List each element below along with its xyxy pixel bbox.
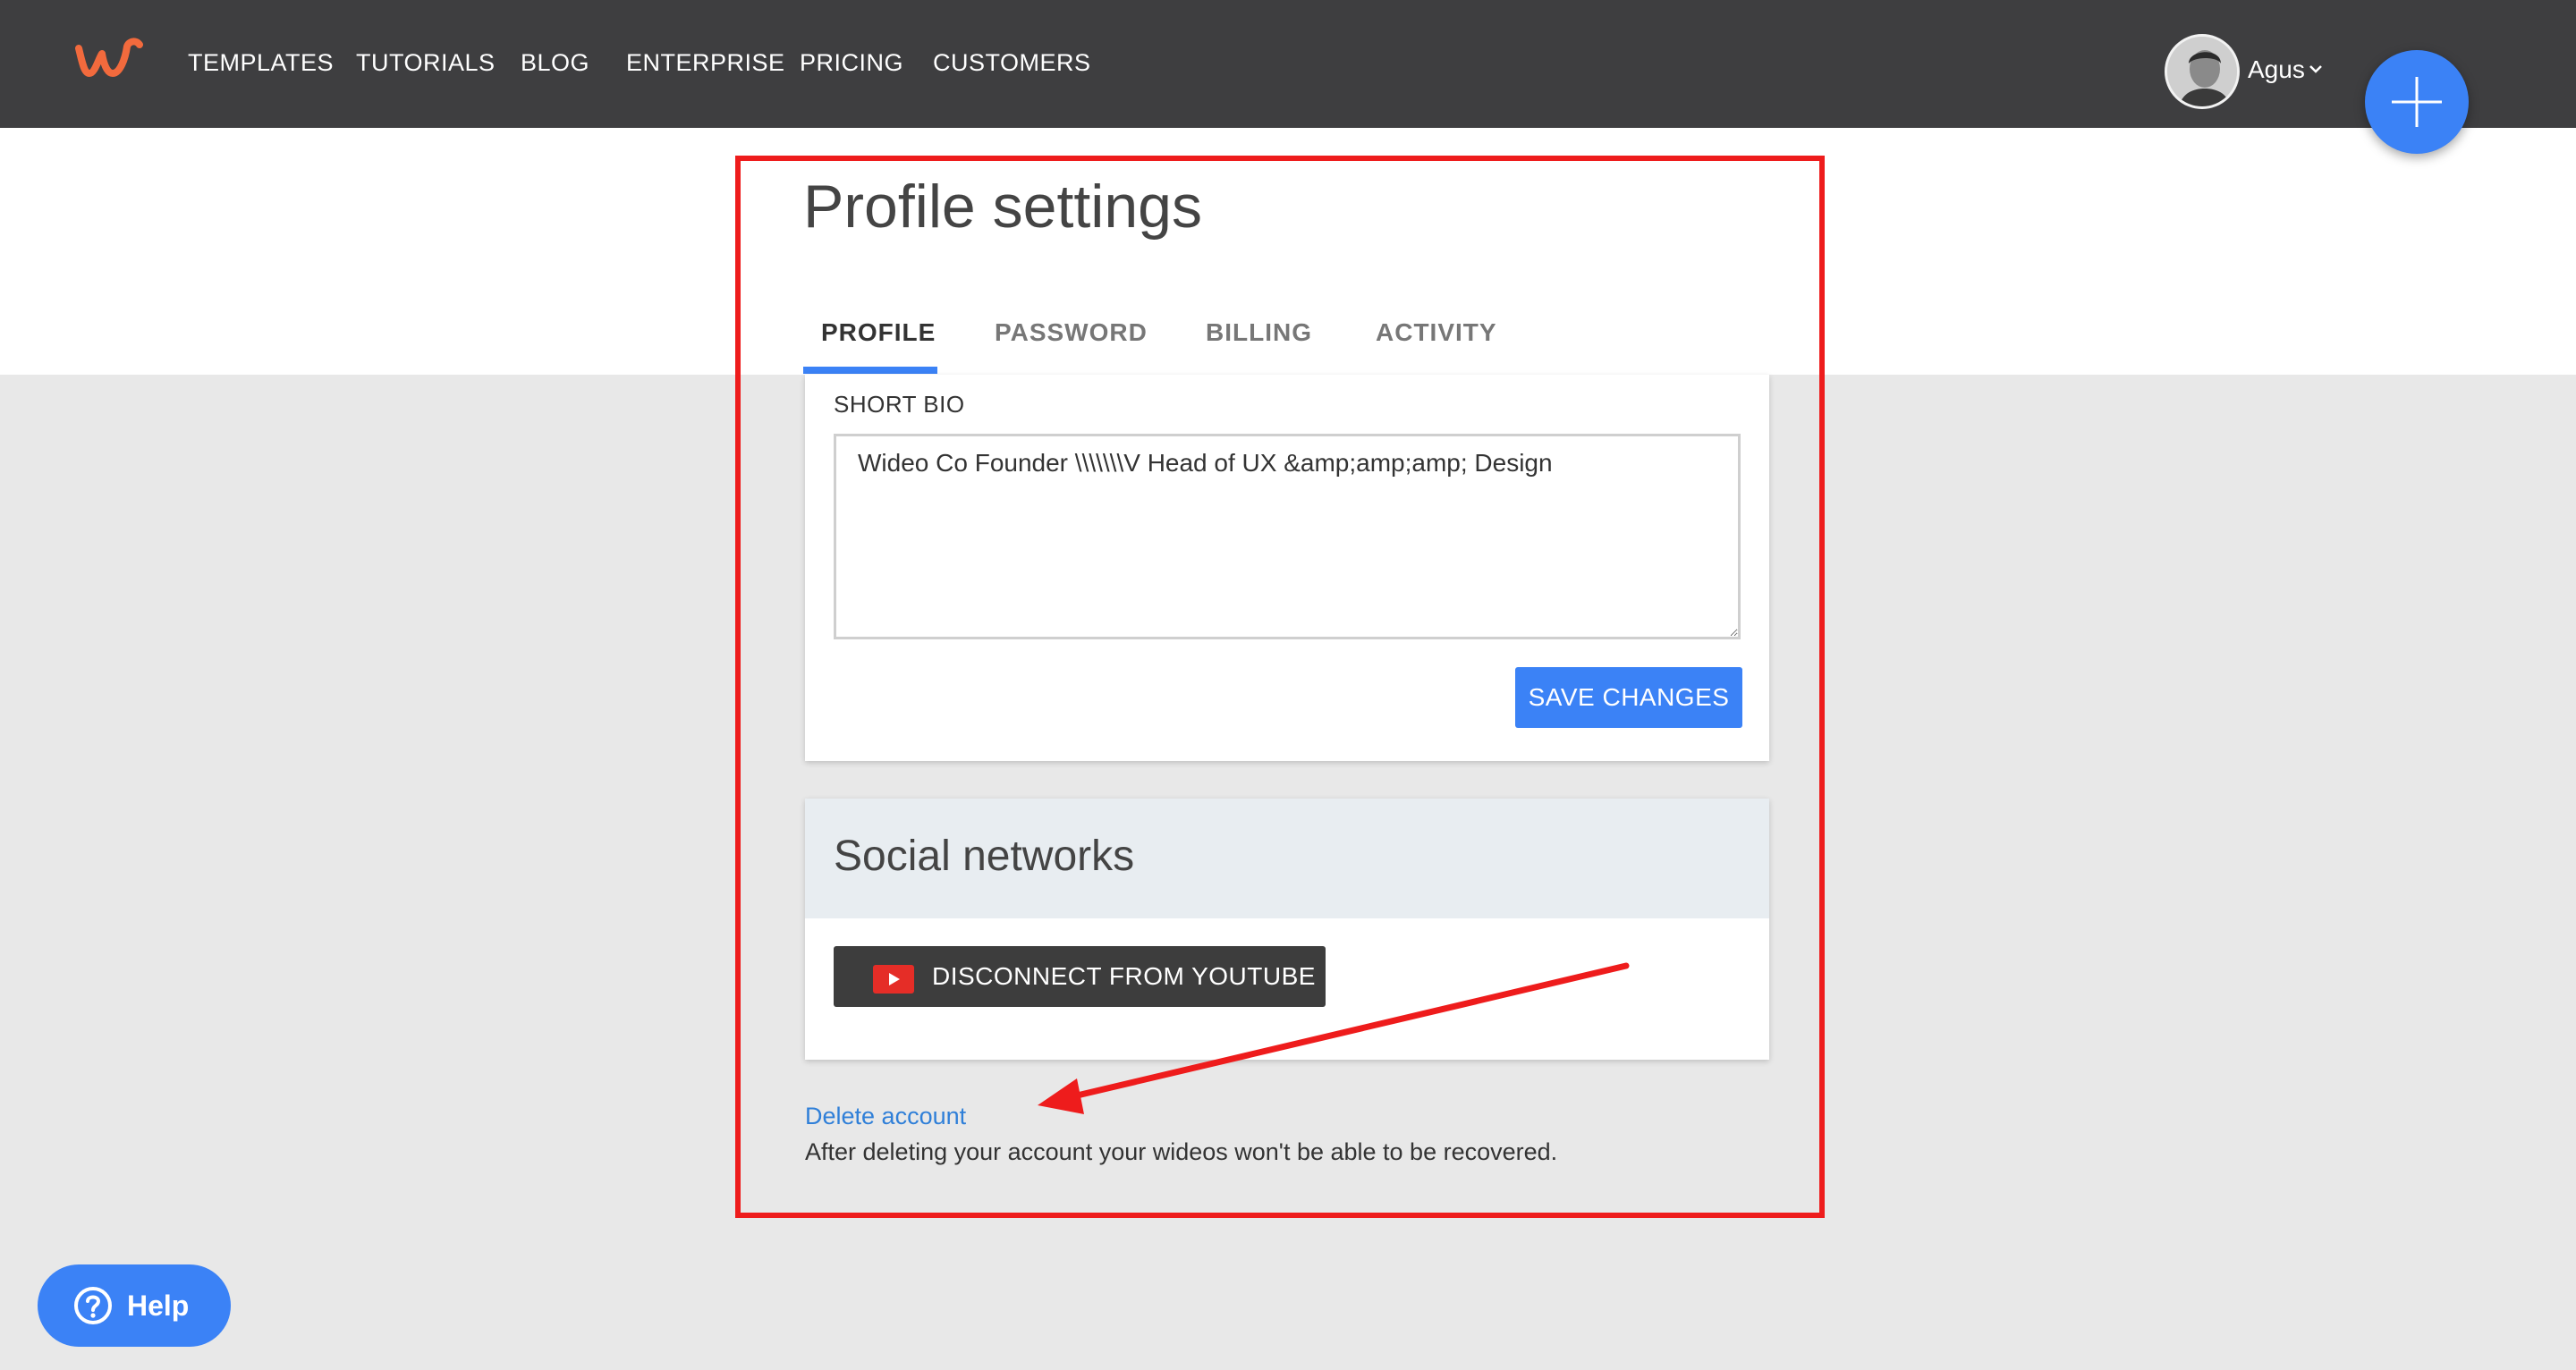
tab-password[interactable]: PASSWORD: [995, 315, 1148, 351]
active-tab-indicator: [803, 367, 937, 374]
social-networks-header: Social networks: [805, 799, 1769, 918]
tab-billing[interactable]: BILLING: [1206, 315, 1312, 351]
question-circle-icon: [74, 1287, 112, 1324]
help-button[interactable]: Help: [38, 1264, 231, 1347]
add-wideo-button[interactable]: [2365, 50, 2469, 154]
save-changes-button[interactable]: SAVE CHANGES: [1515, 667, 1742, 728]
page-title: Profile settings: [803, 173, 1202, 241]
delete-account-link[interactable]: Delete account: [805, 1098, 966, 1134]
social-networks-title: Social networks: [834, 833, 1135, 880]
nav-customers[interactable]: CUSTOMERS: [933, 45, 1091, 80]
disconnect-youtube-button[interactable]: DISCONNECT FROM YOUTUBE: [834, 946, 1326, 1007]
nav-enterprise[interactable]: ENTERPRISE: [626, 45, 785, 80]
short-bio-label: SHORT BIO: [834, 391, 965, 418]
avatar[interactable]: [2165, 34, 2240, 109]
top-navbar: TEMPLATES TUTORIALS BLOG ENTERPRISE PRIC…: [0, 0, 2576, 128]
user-name[interactable]: Agus: [2248, 52, 2305, 88]
delete-account-warning: After deleting your account your wideos …: [805, 1138, 1558, 1165]
nav-blog[interactable]: BLOG: [521, 45, 589, 80]
user-avatar-icon: [2167, 37, 2237, 106]
short-bio-textarea[interactable]: Wideo Co Founder \\\\\\\V Head of UX &am…: [834, 434, 1741, 639]
nav-tutorials[interactable]: TUTORIALS: [356, 45, 496, 80]
social-networks-card: Social networks DISCONNECT FROM YOUTUBE: [805, 799, 1769, 1060]
youtube-icon: [873, 965, 914, 994]
nav-pricing[interactable]: PRICING: [800, 45, 903, 80]
tab-activity[interactable]: ACTIVITY: [1376, 315, 1497, 351]
help-label: Help: [127, 1290, 190, 1322]
nav-templates[interactable]: TEMPLATES: [188, 45, 334, 80]
profile-bio-card: SHORT BIO Wideo Co Founder \\\\\\\V Head…: [805, 375, 1769, 761]
chevron-down-icon[interactable]: [2308, 63, 2324, 75]
tab-profile[interactable]: PROFILE: [821, 315, 936, 351]
wideo-logo-icon[interactable]: [73, 32, 145, 86]
disconnect-youtube-label: DISCONNECT FROM YOUTUBE: [932, 962, 1316, 990]
plus-icon: [2392, 77, 2442, 127]
